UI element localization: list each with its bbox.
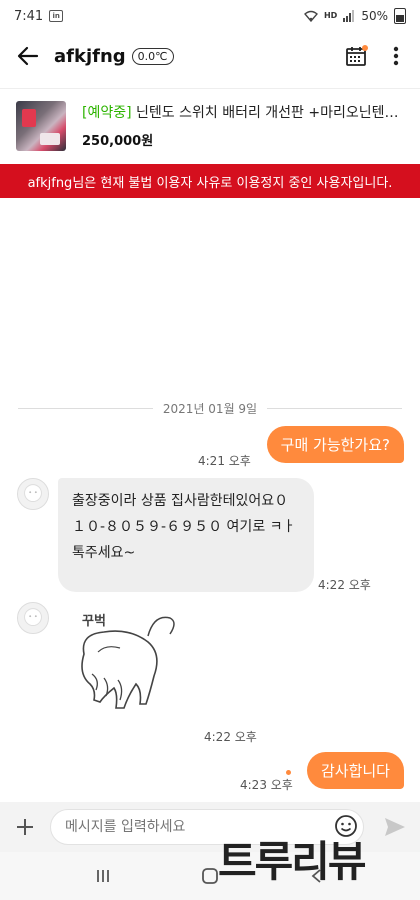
sent-message-bubble[interactable]: 구매 가능한가요? <box>266 426 404 463</box>
wifi-icon <box>303 10 318 22</box>
signal-icon <box>343 10 355 22</box>
sent-message-bubble[interactable]: 감사합니다 <box>306 752 404 789</box>
bowing-bunny-sticker[interactable]: 꾸벅 <box>70 604 200 716</box>
sticker-text: 꾸벅 <box>82 614 106 629</box>
chat-partner-name[interactable]: afkjfng <box>54 46 126 67</box>
calendar-notification-dot <box>362 45 368 51</box>
battery-percent: 50% <box>361 9 388 23</box>
product-price: 250,000원 <box>82 134 154 149</box>
message-time: 4:22 오후 <box>204 730 257 744</box>
more-vertical-icon[interactable] <box>384 40 408 72</box>
recent-apps-icon[interactable] <box>88 861 118 891</box>
calendar-icon[interactable] <box>340 40 372 72</box>
battery-icon <box>394 8 406 24</box>
product-summary[interactable]: [예약중] 닌텐도 스위치 배터리 개선판 +마리오닌텐도… 250,000원 <box>0 88 420 162</box>
product-title: 닌텐도 스위치 배터리 개선판 +마리오닌텐도… <box>131 105 404 121</box>
date-separator: 2021년 01월 9일 <box>18 398 403 418</box>
product-title-line: [예약중] 닌텐도 스위치 배터리 개선판 +마리오닌텐도… <box>82 102 404 122</box>
send-icon[interactable] <box>382 814 408 840</box>
manner-temperature-badge: 0.0℃ <box>131 47 174 65</box>
chat-date: 2021년 01월 9일 <box>162 401 258 416</box>
hd-voice-icon: HD <box>323 11 338 20</box>
watermark: 트루리뷰 <box>218 837 367 886</box>
product-thumbnail[interactable] <box>16 100 66 151</box>
status-bar: 7:41 in HD 50% <box>0 0 420 32</box>
divider <box>18 407 153 409</box>
status-time: 7:41 <box>14 8 44 24</box>
received-message-bubble[interactable]: 출장중이라 상품 집사람한테있어요０１０-８０５９-６９５０ 여기로 ㅋㅏ톡주세… <box>58 478 314 592</box>
chat-header: afkjfng 0.0℃ <box>0 32 420 80</box>
unread-indicator <box>286 770 291 775</box>
reservation-status: [예약중] <box>82 105 132 121</box>
back-arrow-icon[interactable] <box>12 40 44 72</box>
message-time: 4:22 오후 <box>318 578 371 592</box>
linkedin-notification-icon: in <box>49 10 64 22</box>
avatar[interactable] <box>17 602 49 634</box>
divider <box>267 407 403 409</box>
message-time: 4:23 오후 <box>240 778 293 792</box>
plus-icon[interactable] <box>8 810 42 844</box>
avatar[interactable] <box>17 478 49 510</box>
message-time: 4:21 오후 <box>198 454 251 468</box>
suspension-banner: afkjfng님은 현재 불법 이용자 사유로 이용정지 중인 사용자입니다. <box>0 164 420 198</box>
